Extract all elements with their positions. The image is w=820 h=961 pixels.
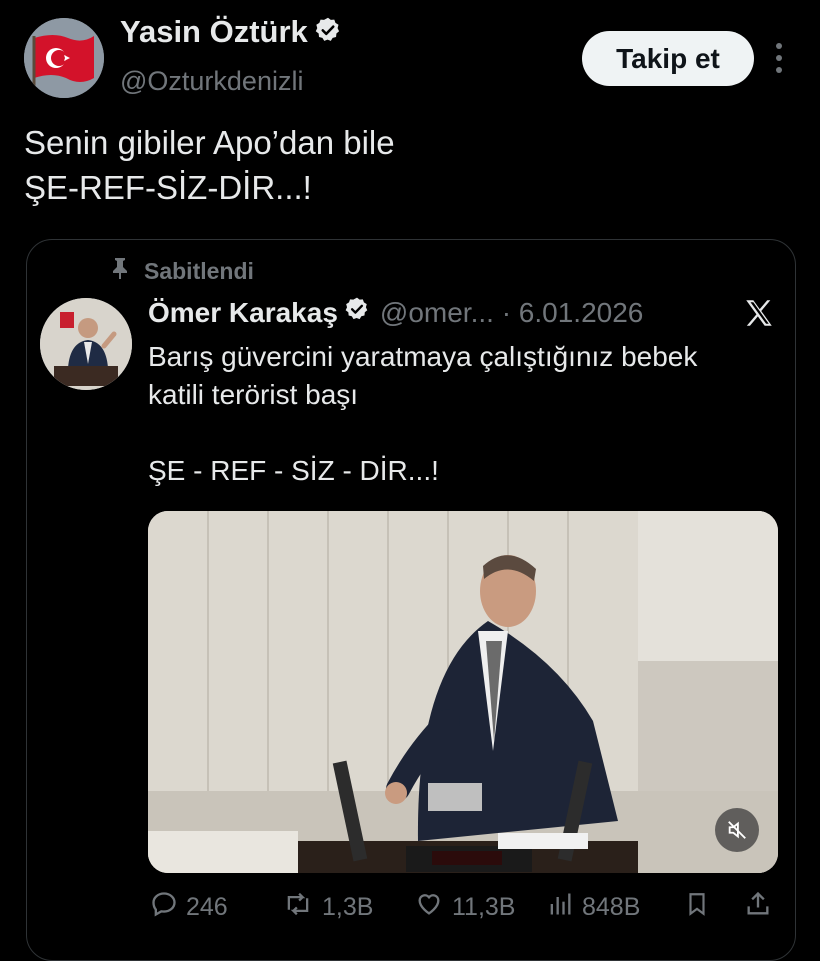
author-name[interactable]: Yasin Öztürk	[120, 14, 308, 49]
tweet-text: Senin gibiler Apo’dan bile ŞE-REF-SİZ-Dİ…	[24, 124, 395, 206]
follow-button[interactable]: Takip et	[582, 31, 754, 86]
reply-icon	[150, 890, 178, 925]
quoted-author-name[interactable]: Ömer Karakaş	[148, 297, 338, 329]
quoted-text: Barış güvercini yaratmaya çalıştığınız b…	[148, 341, 698, 486]
pinned-label: Sabitlendi	[144, 257, 254, 284]
views-count: 848B	[582, 893, 641, 921]
pinned-row: Sabitlendi	[110, 256, 254, 286]
repost-action[interactable]: 1,3B	[282, 890, 373, 925]
heart-icon	[414, 890, 444, 925]
quoted-header: Ömer Karakaş @omer... · 6.01.2026	[148, 296, 643, 329]
quoted-author-avatar[interactable]	[40, 298, 132, 390]
like-action[interactable]: 11,3B	[414, 890, 515, 925]
author-handle[interactable]: @Ozturkdenizli	[120, 66, 303, 97]
pin-icon	[110, 256, 130, 286]
quoted-avatar-photo-icon	[40, 298, 132, 390]
views-action[interactable]: 848B	[546, 890, 640, 925]
muted-audio-icon[interactable]	[715, 808, 759, 852]
parliament-speaker-video-frame	[148, 511, 778, 873]
turkish-flag-avatar-icon	[24, 18, 104, 98]
quoted-handle-date: @omer... · 6.01.2026	[379, 296, 644, 328]
repost-count: 1,3B	[322, 893, 374, 921]
x-logo-icon[interactable]	[742, 296, 776, 330]
author-name-row: Yasin Öztürk	[120, 14, 342, 52]
author-avatar[interactable]	[24, 18, 104, 98]
quoted-verified-badge-icon	[344, 296, 370, 329]
bookmark-icon[interactable]	[684, 890, 710, 918]
views-chart-icon	[546, 890, 574, 925]
quoted-video[interactable]	[148, 511, 778, 873]
repost-icon	[282, 890, 314, 925]
reply-action[interactable]: 246	[150, 890, 228, 925]
more-options-icon[interactable]	[771, 40, 787, 76]
share-icon[interactable]	[744, 890, 772, 918]
like-count: 11,3B	[452, 893, 516, 921]
reply-count: 246	[186, 893, 228, 921]
verified-badge-icon	[314, 16, 342, 52]
